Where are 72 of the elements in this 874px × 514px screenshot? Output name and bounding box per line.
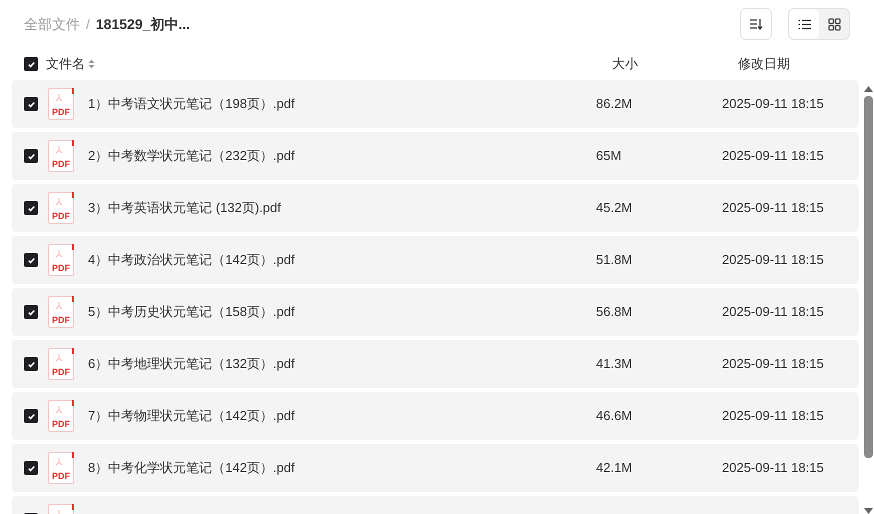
file-row[interactable]: PDF 4）中考政治状元笔记（142页）.pdf 51.8M 2025-09-11 18:15	[12, 236, 859, 284]
pdf-file-icon: PDF	[48, 88, 74, 120]
checkbox[interactable]	[24, 57, 38, 71]
file-row[interactable]: PDF 6）中考地理状元笔记（132页）.pdf 41.3M 2025-09-11 18:15	[12, 340, 859, 388]
scroll-down-icon[interactable]	[864, 508, 872, 514]
modified-date: 2025-09-11 18:15	[722, 251, 824, 270]
checkbox[interactable]	[24, 357, 38, 371]
file-name: 3）中考英语状元笔记 (132页).pdf	[88, 199, 282, 218]
modified-date: 2025-09-11 18:15	[722, 199, 824, 218]
file-row[interactable]: PDF 5）中考历史状元笔记（158页）.pdf 56.8M 2025-09-11 18:15	[12, 288, 859, 336]
sort-icon	[88, 59, 95, 69]
check-icon	[26, 412, 36, 420]
checkbox[interactable]	[24, 253, 38, 267]
pdf-file-icon: PDF	[48, 140, 74, 172]
file-name: 7）中考物理状元笔记（142页）.pdf	[88, 407, 296, 426]
file-size: 51.8M	[596, 251, 634, 270]
file-name: 8）中考化学状元笔记（142页）.pdf	[88, 459, 296, 478]
pdf-file-icon: PDF	[48, 348, 74, 380]
file-size: 45.2M	[596, 199, 634, 218]
file-row[interactable]: PDF 7）中考物理状元笔记（142页）.pdf 46.6M 2025-09-11 18:15	[12, 392, 859, 440]
breadcrumb-item: 181529_初中...	[96, 14, 190, 34]
file-size: 56.8M	[596, 303, 634, 322]
check-icon	[26, 464, 36, 472]
check-icon	[26, 152, 36, 160]
file-size: 86.2M	[596, 95, 634, 114]
file-row[interactable]: PDF 3）中考英语状元笔记 (132页).pdf 45.2M 2025-09-11 18:15	[12, 184, 859, 232]
modified-date: 2025-09-11 18:15	[722, 459, 824, 478]
check-icon	[26, 360, 36, 368]
check-icon	[26, 308, 36, 316]
checkbox[interactable]	[24, 201, 38, 215]
checkbox[interactable]	[24, 149, 38, 163]
modified-date: 2025-09-11 18:15	[722, 303, 824, 322]
pdf-file-icon: PDF	[48, 192, 74, 224]
file-name: 1）中考语文状元笔记（198页）.pdf	[88, 95, 296, 114]
scrollbar-thumb[interactable]	[864, 96, 872, 458]
check-icon	[26, 204, 36, 212]
pdf-file-icon: PDF	[48, 400, 74, 432]
sort-icon	[749, 18, 763, 30]
file-name: 5）中考历史状元笔记（158页）.pdf	[88, 303, 296, 322]
breadcrumb-separator: /	[86, 14, 90, 34]
column-header[interactable]: 大小	[612, 54, 638, 74]
modified-date: 2025-09-11 18:15	[722, 355, 824, 374]
checkbox[interactable]	[24, 97, 38, 111]
checkbox[interactable]	[24, 409, 38, 423]
file-size: 41.3M	[596, 355, 634, 374]
file-row[interactable]: PDF 2）中考数学状元笔记（232页）.pdf 65M 2025-09-11 18:15	[12, 132, 859, 180]
column-header[interactable]: 修改日期	[738, 54, 790, 74]
modified-date: 2025-09-11 18:15	[722, 95, 824, 114]
checkbox[interactable]	[24, 305, 38, 319]
file-size: 46.6M	[596, 407, 634, 426]
file-size: 42.1M	[596, 459, 634, 478]
scroll-up-icon[interactable]	[864, 86, 872, 92]
file-size: 65M	[596, 147, 622, 166]
column-header[interactable]: 文件名	[46, 54, 85, 74]
check-icon	[26, 60, 36, 68]
list-view-button[interactable]	[789, 9, 819, 39]
modified-date: 2025-09-11 18:15	[722, 407, 824, 426]
file-name: 4）中考政治状元笔记（142页）.pdf	[88, 251, 296, 270]
file-name: 2）中考数学状元笔记（232页）.pdf	[88, 147, 296, 166]
modified-date: 2025-09-11 18:15	[722, 147, 824, 166]
sort-button[interactable]	[740, 8, 772, 40]
file-row[interactable]: PDF 8）中考化学状元笔记（142页）.pdf 42.1M 2025-09-11 18:15	[12, 444, 859, 492]
pdf-file-icon: PDF	[48, 452, 74, 484]
list-icon	[798, 18, 810, 30]
check-icon	[26, 100, 36, 108]
pdf-file-icon: PDF	[48, 244, 74, 276]
check-icon	[26, 256, 36, 264]
grid-icon	[828, 18, 840, 30]
file-name: 6）中考地理状元笔记（132页）.pdf	[88, 355, 296, 374]
pdf-file-icon: PDF	[48, 296, 74, 328]
file-row[interactable]: PDF 1）中考语文状元笔记（198页）.pdf 86.2M 2025-09-11 18:15	[12, 80, 859, 128]
checkbox[interactable]	[24, 461, 38, 475]
